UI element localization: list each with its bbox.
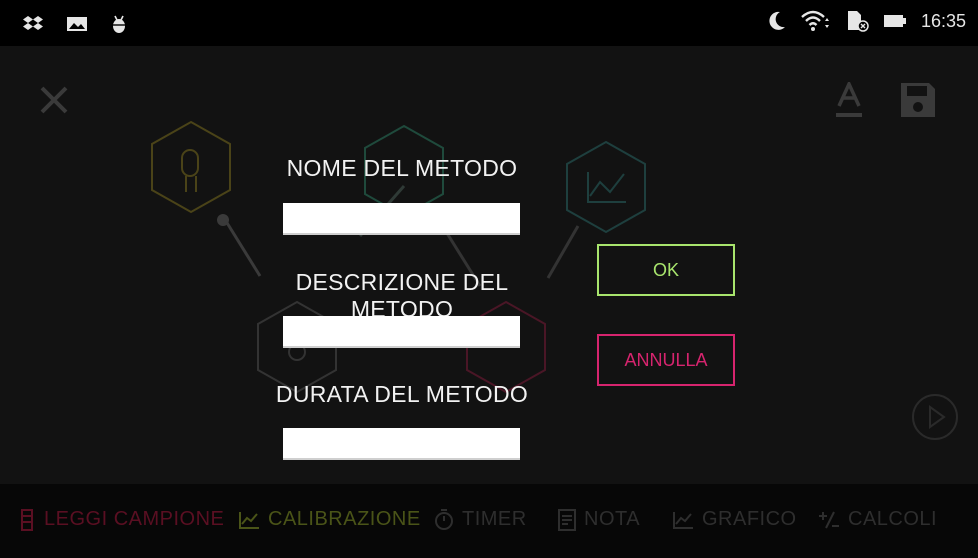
- timer-icon: [435, 508, 453, 530]
- chart-hex-icon: [566, 140, 646, 234]
- nav-label: NOTA: [584, 508, 641, 530]
- ok-button[interactable]: OK: [597, 244, 735, 296]
- method-description-label: DESCRIZIONE DEL METODO: [295, 269, 509, 322]
- nav-calibrazione[interactable]: CALIBRAZIONE: [238, 508, 421, 531]
- dropbox-icon: [23, 16, 43, 30]
- nav-nota[interactable]: NOTA: [558, 508, 640, 531]
- method-description-input[interactable]: [283, 316, 520, 348]
- cancel-button[interactable]: ANNULLA: [597, 334, 735, 386]
- wifi-icon: [801, 10, 829, 31]
- graph-icon: [673, 511, 693, 529]
- method-name-input[interactable]: [283, 203, 520, 235]
- nav-calcoli[interactable]: CALCOLI: [818, 508, 937, 531]
- nav-leggi-campione[interactable]: LEGGI CAMPIONE: [18, 508, 224, 531]
- android-debug-icon: [113, 15, 125, 33]
- moon-icon: [769, 11, 785, 30]
- close-icon[interactable]: [36, 82, 72, 118]
- nav-label: CALCOLI: [848, 508, 938, 530]
- method-name-label: NOME DEL METODO: [286, 155, 518, 181]
- font-icon[interactable]: [832, 82, 866, 120]
- clock: 16:35: [920, 10, 966, 31]
- battery-icon: [883, 15, 906, 27]
- nav-label: CALIBRAZIONE: [268, 508, 421, 530]
- save-icon[interactable]: [898, 80, 938, 120]
- gallery-icon: [67, 17, 87, 31]
- sensor-hex-icon: [151, 120, 231, 214]
- method-duration-input[interactable]: [283, 428, 520, 460]
- flask-icon: [21, 508, 33, 531]
- status-bar: 16:35: [0, 0, 978, 46]
- chart-line-icon: [239, 511, 259, 529]
- nav-label: TIMER: [462, 508, 527, 530]
- method-duration-label: DURATA DEL METODO: [275, 381, 529, 407]
- sim-card-icon: [847, 11, 869, 32]
- bottom-nav: LEGGI CAMPIONE CALIBRAZIONE TIMER NOTA G…: [0, 484, 978, 558]
- nav-label: LEGGI CAMPIONE: [44, 508, 225, 530]
- nav-timer[interactable]: TIMER: [434, 508, 527, 531]
- plus-minus-icon: [819, 511, 839, 528]
- note-icon: [558, 508, 576, 531]
- nav-label: GRAFICO: [702, 508, 797, 530]
- play-icon[interactable]: [910, 392, 960, 442]
- nav-grafico[interactable]: GRAFICO: [672, 508, 797, 531]
